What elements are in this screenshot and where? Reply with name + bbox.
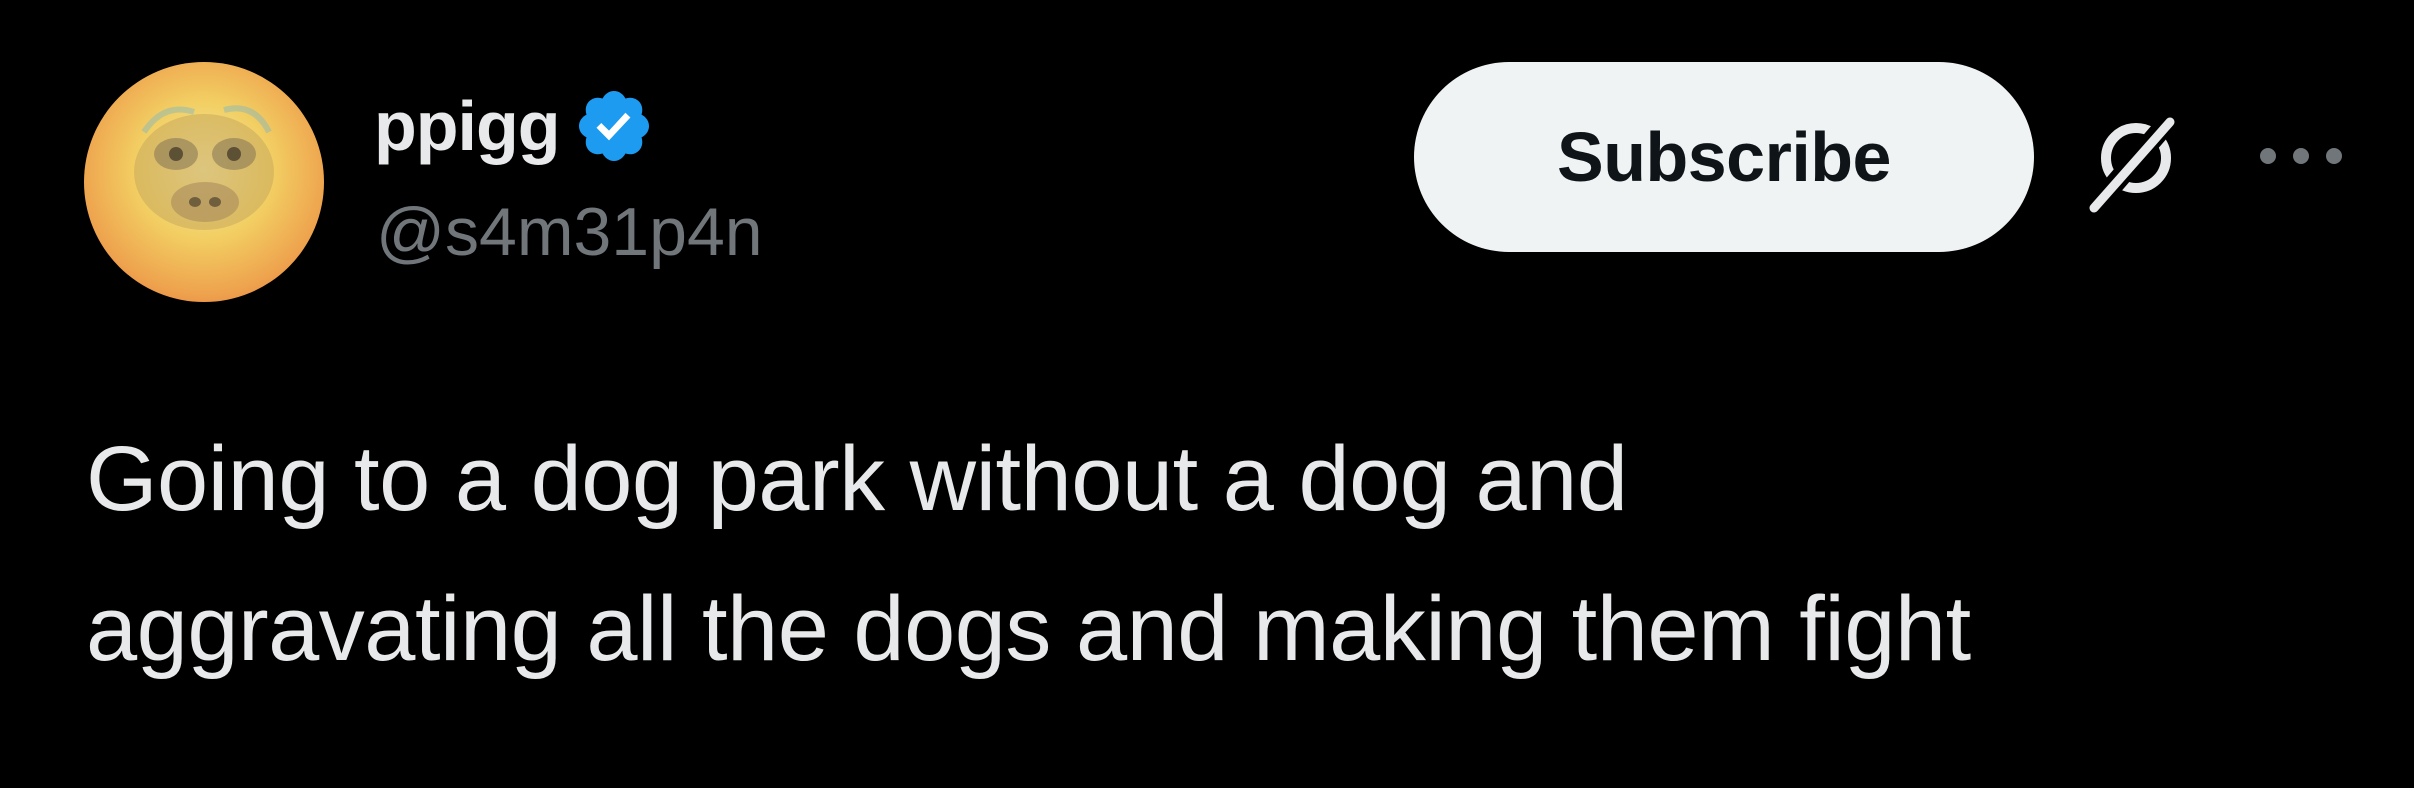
author-handle[interactable]: @s4m31p4n — [376, 198, 763, 266]
verified-badge-icon — [579, 90, 650, 162]
display-name[interactable]: ppigg — [374, 91, 560, 161]
grok-icon[interactable] — [2078, 108, 2188, 218]
avatar-image — [134, 105, 274, 230]
author-name-row[interactable]: ppigg — [374, 78, 655, 174]
more-horizontal-icon[interactable] — [2256, 142, 2346, 170]
avatar[interactable] — [84, 62, 324, 302]
tweet-text: Going to a dog park without a dog and ag… — [86, 404, 2366, 704]
tweet-text-line: aggravating all the dogs and making them… — [86, 578, 1971, 680]
subscribe-button[interactable]: Subscribe — [1414, 62, 2034, 252]
tweet-text-line: Going to a dog park without a dog and — [86, 428, 1628, 530]
